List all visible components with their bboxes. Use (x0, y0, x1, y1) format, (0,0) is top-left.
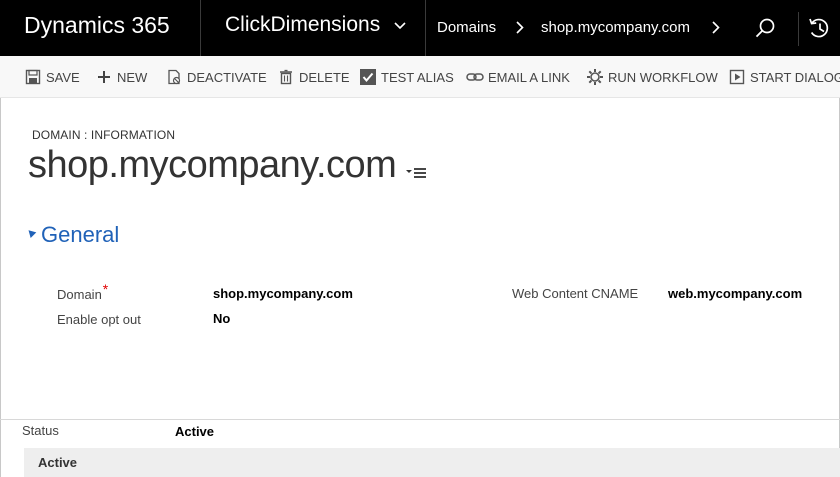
deactivate-button[interactable]: DEACTIVATE (165, 56, 267, 98)
email-link-label: EMAIL A LINK (488, 69, 570, 85)
brand-area[interactable]: Dynamics 365 (0, 0, 201, 56)
chevron-down-icon[interactable] (394, 22, 406, 30)
status-bar-text: Active (38, 455, 78, 470)
chevron-right-icon[interactable] (712, 21, 720, 34)
brand-title[interactable]: Dynamics 365 (24, 12, 170, 39)
start-dialog-label: START DIALOG (750, 69, 840, 85)
status-label: Status (22, 423, 59, 438)
entity-label: DOMAIN : INFORMATION (32, 128, 176, 142)
app-name[interactable]: ClickDimensions (225, 13, 380, 37)
collapse-triangle-icon (25, 226, 37, 238)
test-alias-button[interactable]: TEST ALIAS (359, 56, 454, 98)
breadcrumb-domains[interactable]: Domains (437, 19, 496, 36)
status-value[interactable]: Active (175, 424, 214, 439)
save-icon (24, 68, 42, 86)
command-bar: SAVE NEW DEACTIVATE DELETE TEST ALIAS EM… (0, 56, 840, 98)
cname-field-label: Web Content CNAME (512, 286, 639, 301)
domain-field-value[interactable]: shop.mycompany.com (213, 286, 353, 301)
delete-label: DELETE (299, 69, 350, 85)
chevron-right-icon (516, 21, 524, 34)
search-button[interactable] (745, 12, 785, 46)
new-button[interactable]: NEW (95, 56, 147, 98)
section-title: General (41, 222, 120, 247)
app-switcher[interactable]: ClickDimensions (201, 0, 426, 56)
domain-field-label: Domain* (57, 281, 108, 302)
footer-divider (0, 419, 840, 420)
required-asterisk: * (102, 281, 109, 297)
form-selector-button[interactable] (405, 163, 429, 183)
play-icon (728, 68, 746, 86)
run-workflow-label: RUN WORKFLOW (608, 69, 718, 85)
delete-button[interactable]: DELETE (277, 56, 350, 98)
form-menu-icon (406, 168, 426, 178)
breadcrumb-record[interactable]: shop.mycompany.com (541, 19, 690, 36)
opt-out-field-value[interactable]: No (213, 311, 230, 326)
start-dialog-button[interactable]: START DIALOG (728, 56, 840, 98)
test-alias-label: TEST ALIAS (381, 69, 454, 85)
recent-records-button[interactable] (798, 12, 838, 46)
section-general-toggle[interactable]: General (25, 222, 120, 248)
cname-field-value[interactable]: web.mycompany.com (668, 286, 802, 301)
search-icon (755, 18, 775, 38)
deactivate-icon (165, 68, 183, 86)
deactivate-label: DEACTIVATE (187, 69, 267, 85)
new-label: NEW (117, 69, 148, 85)
trash-icon (277, 68, 295, 86)
opt-out-field-label: Enable opt out (57, 312, 141, 327)
history-icon (809, 18, 829, 38)
record-title: shop.mycompany.com (28, 144, 397, 186)
email-link-button[interactable]: EMAIL A LINK (466, 56, 570, 98)
save-label: SAVE (46, 69, 80, 85)
plus-icon (95, 68, 113, 86)
top-nav-bar: Dynamics 365 ClickDimensions Domains sho… (0, 0, 840, 56)
run-workflow-button[interactable]: RUN WORKFLOW (586, 56, 718, 98)
domain-label-text: Domain (57, 287, 102, 302)
workflow-icon (586, 68, 604, 86)
status-bar: Active (24, 448, 840, 477)
checkbox-icon (359, 68, 377, 86)
save-button[interactable]: SAVE (24, 56, 80, 98)
link-icon (466, 68, 484, 86)
